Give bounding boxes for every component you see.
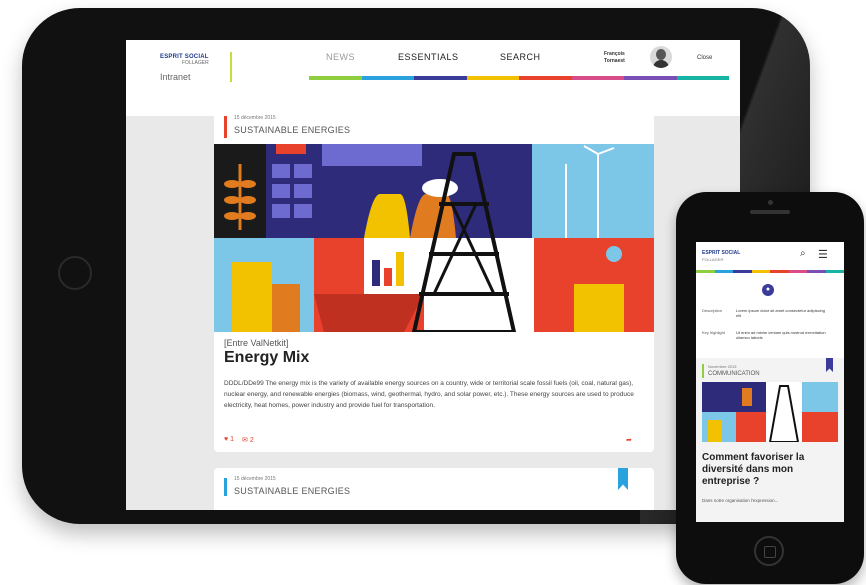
phone-row-value: Ut enim ad minim veniam quis nostrud exe… [736,330,826,340]
phone-energy-illustration [702,382,838,442]
color-segment [519,76,572,80]
like-button[interactable]: ♥ 1 [224,436,234,444]
color-segment [466,76,519,80]
phone-camera [768,200,773,205]
phone-article-body: Dans notre organisation l'expression... [702,498,779,503]
bookmark-icon[interactable] [618,468,628,490]
phone-home-button[interactable] [754,536,784,566]
nav-color-bar [309,76,729,80]
avatar-head [656,49,666,60]
phone-article-category: COMMUNICATION [708,371,760,377]
phone-device: ESPRIT SOCIAL FOLLAGER ⌕ ☰ ● Description… [676,192,864,584]
color-segment [751,270,770,273]
hamburger-menu-icon[interactable]: ☰ [818,248,828,261]
phone-speaker [750,210,790,214]
phone-row-1: Description Lorem ipsum dolor sit amet co… [702,308,830,318]
nav-news[interactable]: NEWS [326,52,355,62]
phone-color-bar [696,270,844,273]
user-name[interactable]: François Tornaest [604,51,625,65]
category-accent [224,478,227,496]
color-segment [624,76,677,80]
top-bar: ESPRIT SOCIAL FOLLAGER Intranet NEWS ESS… [126,40,740,116]
article-category: SUSTAINABLE ENERGIES [234,125,351,135]
user-first-name: François [604,51,625,57]
category-accent [702,364,704,378]
comment-button[interactable]: ✉ 2 [242,436,254,444]
article-tag: [Entre ValNetkit] [224,338,289,348]
color-segment [770,270,789,273]
color-segment [414,76,467,80]
color-segment [807,270,826,273]
color-segment [361,76,414,80]
color-segment [788,270,807,273]
search-icon[interactable]: ⌕ [800,248,806,259]
share-icon[interactable]: ➦ [626,436,632,444]
phone-row-label: Description [702,308,723,313]
phone-logo-sub: FOLLAGER [702,257,724,262]
nav-essentials[interactable]: ESSENTIALS [398,52,459,62]
color-segment [676,76,729,80]
phone-row-value: Lorem ipsum dolor sit amet consectetur a… [736,308,825,318]
user-last-name: Tornaest [604,58,625,64]
nav-search[interactable]: SEARCH [500,52,541,62]
logo-sub: FOLLAGER [182,60,209,66]
article-body: DDDL/DDe99 The energy mix is the variety… [224,380,634,409]
color-segment [714,270,733,273]
bookmark-icon[interactable] [826,358,833,372]
phone-screen: ESPRIT SOCIAL FOLLAGER ⌕ ☰ ● Description… [696,242,844,522]
energy-illustration [214,144,654,332]
article-card[interactable]: 15 décembre 2015 SUSTAINABLE ENERGIES [E… [214,106,654,452]
avatar-body [653,60,669,68]
article-category: SUSTAINABLE ENERGIES [234,486,351,496]
logo-divider [230,52,232,82]
color-segment [733,270,752,273]
logo[interactable]: ESPRIT SOCIAL FOLLAGER Intranet [160,54,209,82]
tablet-home-button[interactable] [58,256,92,290]
color-segment [309,76,362,80]
category-accent [224,116,227,138]
phone-row-label: Key highlight [702,330,725,335]
phone-article-title[interactable]: Comment favoriser la diversité dans mon … [702,452,838,488]
logo-app-name: Intranet [160,72,191,82]
close-button[interactable]: Close [697,55,712,61]
color-segment [825,270,844,273]
article-date: 15 décembre 2015 [234,476,276,482]
color-segment [571,76,624,80]
phone-logo-brand[interactable]: ESPRIT SOCIAL [702,250,740,256]
comment-count: 2 [249,437,254,444]
color-segment [696,270,715,273]
tablet-screen: ESPRIT SOCIAL FOLLAGER Intranet NEWS ESS… [126,40,740,510]
like-count: 1 [230,436,235,443]
article-reactions: ♥ 1 ✉ 2 [224,436,254,444]
phone-info-icon: ● [762,284,774,296]
article-title[interactable]: Energy Mix [224,349,309,367]
avatar[interactable] [650,46,672,68]
phone-article-card[interactable]: Novembre 2015 COMMUNICATION Comment favo… [696,358,844,522]
phone-article-date: Novembre 2015 [708,364,737,369]
article-date: 15 décembre 2015 [234,115,276,121]
article-card-second[interactable]: 15 décembre 2015 SUSTAINABLE ENERGIES [214,468,654,510]
phone-row-2: Key highlight Ut enim ad minim veniam qui… [702,330,830,340]
